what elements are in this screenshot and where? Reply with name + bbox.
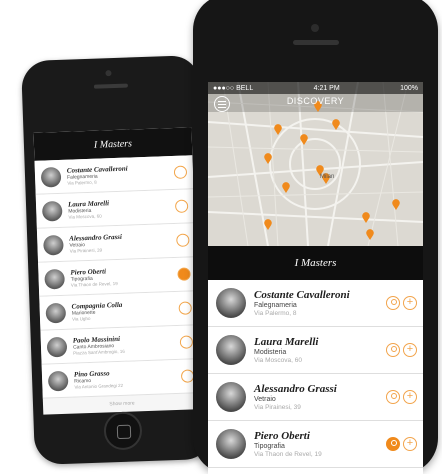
master-name: Piero Oberti — [254, 430, 310, 442]
avatar — [45, 302, 67, 324]
master-craft: Modisteria — [254, 349, 287, 356]
avatar — [40, 166, 62, 188]
master-craft: Tipografia — [254, 443, 285, 450]
speaker — [293, 40, 339, 45]
list-item[interactable]: Piero Oberti Tipografia Via Thaon de Revel… — [208, 421, 423, 468]
carrier-label: ●●●○○ BELL — [213, 84, 254, 92]
avatar — [46, 336, 68, 357]
list-item[interactable]: Laura Marelli Modisteria Via Moscova, 60 + — [208, 327, 423, 374]
add-icon[interactable]: + — [403, 296, 417, 310]
map-city-label: Milan — [320, 174, 334, 180]
follow-icon[interactable] — [386, 390, 400, 404]
avatar — [216, 335, 246, 365]
follow-icon[interactable] — [386, 296, 400, 310]
camera — [311, 24, 319, 32]
follow-icon[interactable] — [178, 301, 192, 315]
list-item[interactable]: Pino Grasso Ricamo Via Antonio Grandegi 22 — [41, 359, 201, 399]
home-button[interactable] — [103, 411, 143, 451]
list-item[interactable]: Laura Marelli Modisteria Via Moscova, 60 — [35, 189, 195, 229]
avatar — [41, 200, 63, 222]
list-item[interactable]: Compagnia Colla Marionette Via Ugho — [39, 291, 199, 331]
follow-icon[interactable] — [386, 343, 400, 357]
avatar — [216, 429, 246, 459]
add-icon[interactable]: + — [403, 343, 417, 357]
list-item[interactable]: Alessandro Grassi Vetraio Via Pirainesi, 3… — [36, 223, 196, 263]
avatar — [47, 370, 69, 391]
battery-label: 100% — [400, 84, 418, 92]
avatar — [216, 382, 246, 412]
camera — [105, 70, 112, 77]
map-view[interactable]: Milan DISCOVERY — [208, 82, 423, 246]
master-address: Via Thaon de Revel, 19 — [254, 451, 322, 458]
clock: 4:21 PM — [313, 84, 340, 92]
follow-icon[interactable] — [179, 335, 194, 349]
master-name: Laura Marelli — [254, 336, 319, 348]
map-streets: Milan — [208, 82, 423, 246]
master-address: Via Pirainesi, 39 — [254, 404, 301, 411]
masters-list: Costante Cavalleroni Falegnameria Via Pale… — [208, 280, 423, 468]
front-screen: ●●●○○ BELL 4:21 PM 100% Milan DISCOVERY … — [208, 82, 423, 474]
masters-list: Costante Cavalleroni Falegnameria Via Pale… — [34, 155, 201, 399]
master-name: Alessandro Grassi — [254, 383, 337, 395]
follow-icon[interactable] — [177, 267, 191, 281]
list-item[interactable]: Costante Cavalleroni Falegnameria Via Pale… — [34, 155, 194, 195]
back-screen: I Masters Costante Cavalleroni Falegnamer… — [33, 127, 202, 415]
back-phone: I Masters Costante Cavalleroni Falegnamer… — [21, 55, 213, 465]
add-icon[interactable]: + — [403, 437, 417, 451]
map-title: DISCOVERY — [286, 96, 345, 106]
add-icon[interactable]: + — [403, 390, 417, 404]
follow-icon[interactable] — [176, 233, 190, 247]
speaker — [93, 83, 128, 89]
list-header: I Masters — [208, 246, 423, 280]
follow-icon[interactable] — [386, 437, 400, 451]
list-item[interactable]: Costante Cavalleroni Falegnameria Via Pale… — [208, 280, 423, 327]
avatar — [44, 268, 65, 290]
avatar — [43, 234, 64, 256]
master-craft: Vetraio — [254, 396, 276, 403]
follow-icon[interactable] — [174, 199, 189, 213]
status-bar: ●●●○○ BELL 4:21 PM 100% — [208, 82, 423, 94]
list-item[interactable]: Alessandro Grassi Vetraio Via Pirainesi, 3… — [208, 374, 423, 421]
front-phone: ●●●○○ BELL 4:21 PM 100% Milan DISCOVERY … — [193, 0, 438, 474]
list-item[interactable]: Piero Oberti Tipografia Via Thaon de Revel… — [38, 257, 198, 297]
master-name: Costante Cavalleroni — [254, 289, 350, 301]
master-craft: Falegnameria — [254, 302, 297, 309]
master-address: Via Moscova, 60 — [254, 357, 302, 364]
list-item[interactable]: Paolo Massinini Canto Ambrosiano Piazza Sa… — [40, 325, 200, 365]
avatar — [216, 288, 246, 318]
follow-icon[interactable] — [173, 165, 188, 179]
master-address: Via Palermo, 8 — [254, 310, 297, 317]
